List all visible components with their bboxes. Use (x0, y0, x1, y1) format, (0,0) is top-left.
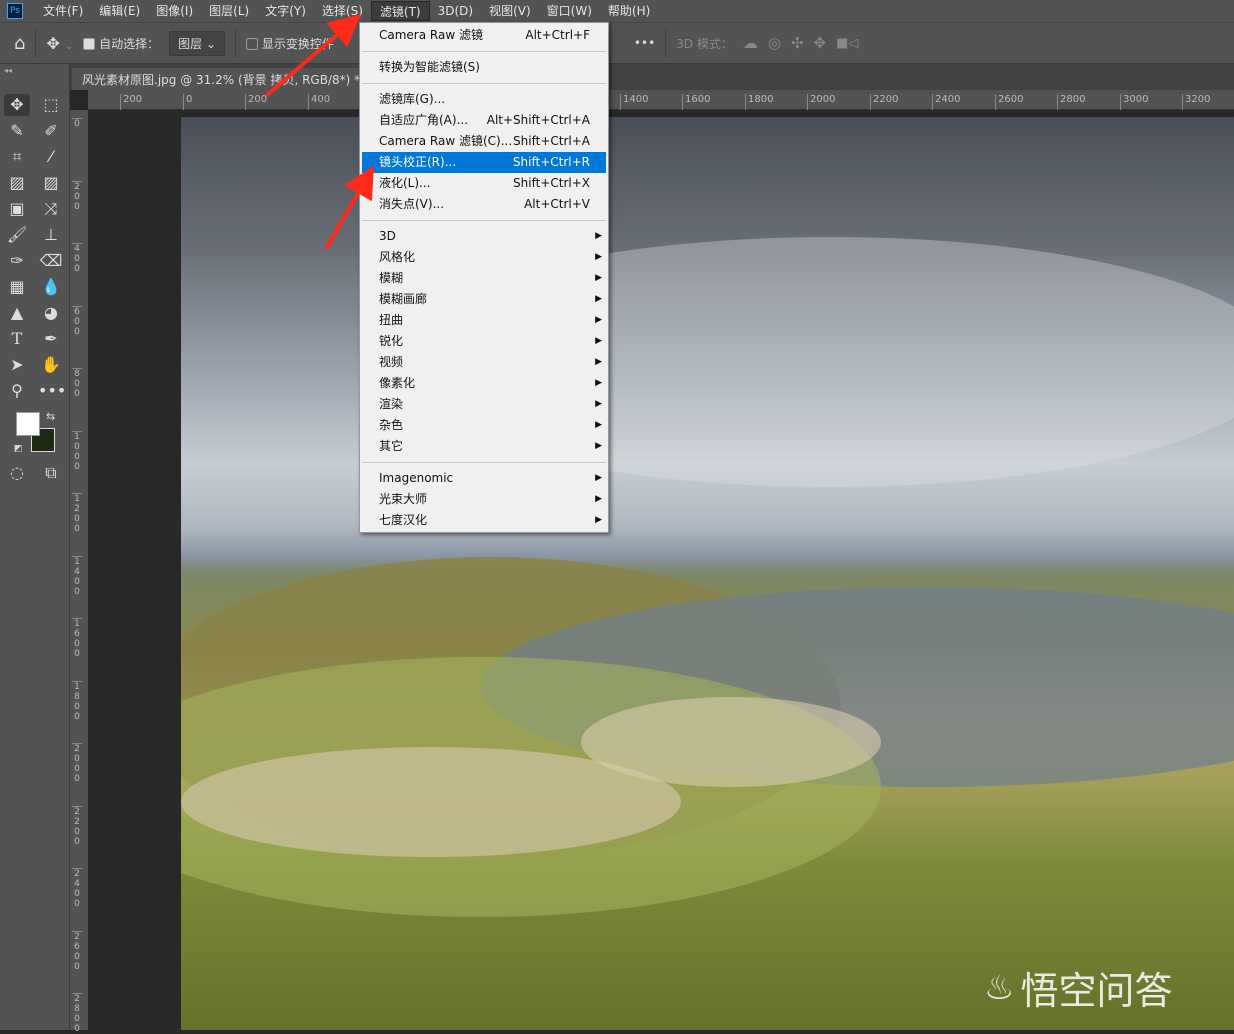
arrow-to-lens-correction (324, 165, 374, 250)
annotation-arrows (264, 14, 374, 250)
arrow-to-filter-menu (264, 14, 362, 98)
